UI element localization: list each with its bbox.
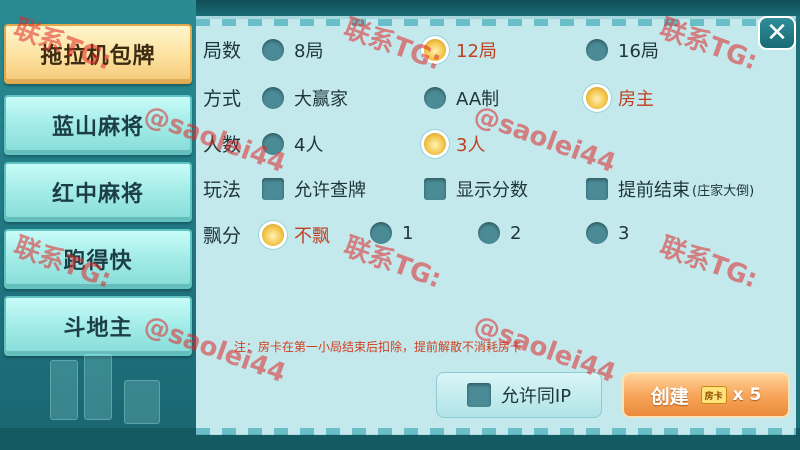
rules-option-check-cards[interactable]: 允许查牌 (262, 176, 366, 202)
mode-label: 方式 (203, 88, 242, 110)
panel-top-stripe (196, 19, 796, 26)
radio-icon (370, 222, 392, 244)
mode-option-host[interactable]: 房主 (586, 85, 654, 111)
float-option-none[interactable]: 不飘 (262, 222, 330, 248)
float-option-1[interactable]: 1 (370, 222, 413, 244)
radio-icon (262, 87, 284, 109)
checkbox-icon (424, 178, 446, 200)
radio-icon (262, 39, 284, 61)
radio-icon (424, 87, 446, 109)
rules-option-early-end[interactable]: 提前结束 (庄家大倒) (586, 176, 754, 202)
float-option-3[interactable]: 3 (586, 222, 629, 244)
sidebar-item-hongzhong-mahjong[interactable]: 红中麻将 (4, 162, 192, 222)
radio-selected-icon (424, 133, 446, 155)
float-label: 飘分 (203, 225, 242, 247)
create-label: 创建 (650, 385, 689, 408)
radio-selected-icon (424, 39, 446, 61)
rules-option-show-score[interactable]: 显示分数 (424, 176, 528, 202)
room-card-icon: 房卡 (700, 386, 727, 404)
sidebar-item-tuolaji[interactable]: 拖拉机包牌 (4, 24, 192, 84)
players-option-3[interactable]: 3人 (424, 131, 485, 157)
radio-selected-icon (586, 87, 608, 109)
sidebar-item-paodekuai[interactable]: 跑得快 (4, 229, 192, 289)
panel-bottom-stripe (196, 428, 796, 435)
radio-icon (262, 133, 284, 155)
mode-option-winner[interactable]: 大赢家 (262, 85, 348, 111)
checkbox-icon (262, 178, 284, 200)
early-end-subnote: (庄家大倒) (692, 183, 755, 199)
radio-icon (478, 222, 500, 244)
rounds-option-12[interactable]: 12局 (424, 37, 497, 63)
float-option-2[interactable]: 2 (478, 222, 521, 244)
mahjong-tiles-decoration (40, 350, 180, 430)
create-button[interactable]: 创建 房卡 x 5 (622, 372, 790, 418)
card-cost: x 5 (732, 385, 762, 405)
rounds-option-16[interactable]: 16局 (586, 37, 659, 63)
rounds-option-8[interactable]: 8局 (262, 37, 323, 63)
rounds-label: 局数 (203, 40, 242, 62)
radio-icon (586, 39, 608, 61)
close-icon: ✕ (766, 18, 788, 48)
sidebar-item-doudizhu[interactable]: 斗地主 (4, 296, 192, 356)
rules-label: 玩法 (203, 179, 242, 201)
players-option-4[interactable]: 4人 (262, 131, 323, 157)
players-label: 人数 (203, 134, 242, 156)
radio-selected-icon (262, 224, 284, 246)
allow-same-ip-toggle[interactable]: 允许同IP (436, 372, 602, 418)
room-card-note: 注：房卡在第一小局结束后扣除，提前解散不消耗房卡 (234, 340, 523, 354)
mode-option-aa[interactable]: AA制 (424, 85, 499, 111)
sidebar-item-lanshan-mahjong[interactable]: 蓝山麻将 (4, 95, 192, 155)
radio-icon (586, 222, 608, 244)
checkbox-icon (586, 178, 608, 200)
allow-same-ip-label: 允许同IP (500, 386, 572, 407)
checkbox-icon (466, 383, 491, 407)
close-button[interactable]: ✕ (758, 16, 796, 50)
